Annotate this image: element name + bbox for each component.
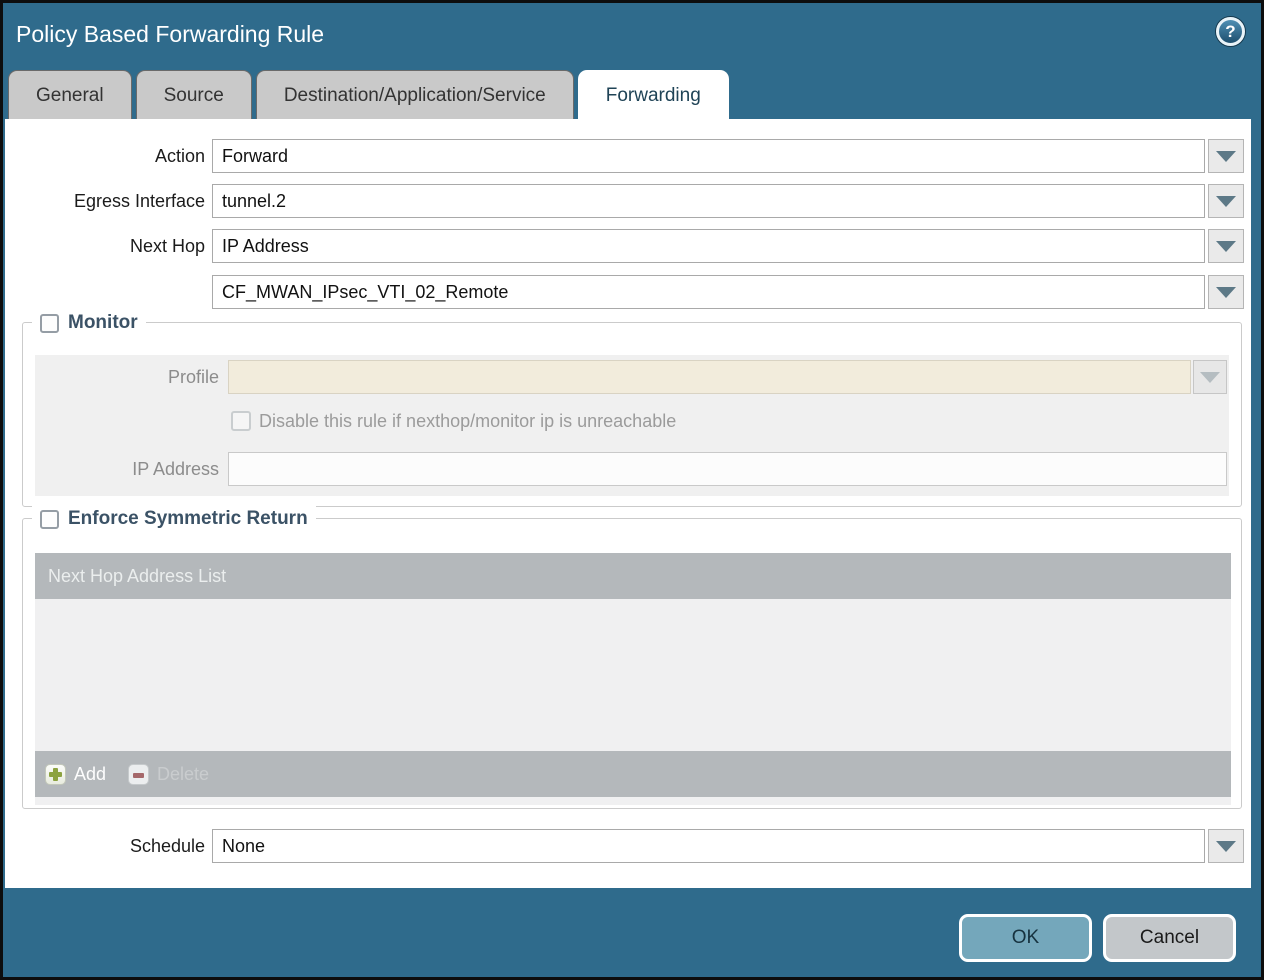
plus-icon (45, 764, 66, 785)
egress-interface-select[interactable]: tunnel.2 (212, 184, 1205, 218)
tab-bar: General Source Destination/Application/S… (8, 70, 729, 119)
monitor-ip-address-input[interactable] (228, 452, 1227, 486)
chevron-down-icon (1216, 841, 1236, 852)
delete-button[interactable]: Delete (128, 764, 209, 785)
delete-button-label: Delete (157, 764, 209, 785)
schedule-select[interactable]: None (212, 829, 1205, 863)
table-bottom-strip (35, 797, 1231, 805)
monitor-title: Monitor (68, 312, 138, 334)
profile-dropdown-button[interactable] (1193, 360, 1227, 394)
chevron-down-icon (1200, 372, 1220, 383)
dialog-title: Policy Based Forwarding Rule (16, 21, 324, 48)
help-glyph: ? (1225, 22, 1235, 42)
monitor-checkbox[interactable] (40, 314, 59, 333)
disable-rule-checkbox[interactable] (231, 411, 251, 431)
tab-general[interactable]: General (8, 70, 132, 119)
tab-source[interactable]: Source (136, 70, 252, 119)
enforce-symmetric-return-checkbox[interactable] (40, 510, 59, 529)
next-hop-type-select[interactable]: IP Address (212, 229, 1205, 263)
symmetric-return-legend: Enforce Symmetric Return (32, 506, 316, 532)
pbf-rule-dialog: Policy Based Forwarding Rule ? General S… (0, 0, 1264, 980)
schedule-label: Schedule (5, 829, 205, 863)
forwarding-panel: Action Forward Egress Interface tunnel.2… (5, 119, 1251, 888)
next-hop-address-table: Next Hop Address List Add Delete (35, 553, 1231, 805)
next-hop-label: Next Hop (5, 229, 205, 263)
cancel-button[interactable]: Cancel (1103, 914, 1236, 962)
minus-icon (128, 764, 149, 785)
chevron-down-icon (1216, 287, 1236, 298)
profile-select[interactable] (228, 360, 1191, 394)
add-button[interactable]: Add (45, 764, 106, 785)
next-hop-address-select[interactable]: CF_MWAN_IPsec_VTI_02_Remote (212, 275, 1205, 309)
tab-destination-application-service[interactable]: Destination/Application/Service (256, 70, 574, 119)
symmetric-return-fieldset: Enforce Symmetric Return Next Hop Addres… (22, 518, 1242, 809)
monitor-ip-address-label: IP Address (35, 452, 219, 486)
egress-interface-dropdown-button[interactable] (1208, 184, 1244, 218)
enforce-symmetric-return-title: Enforce Symmetric Return (68, 508, 308, 530)
table-header-next-hop-address-list: Next Hop Address List (35, 553, 1231, 599)
monitor-legend: Monitor (32, 310, 146, 336)
action-dropdown-button[interactable] (1208, 139, 1244, 173)
next-hop-address-dropdown-button[interactable] (1208, 275, 1244, 309)
egress-interface-label: Egress Interface (5, 184, 205, 218)
monitor-fieldset: Monitor Profile Disable this rule if nex… (22, 322, 1242, 507)
monitor-panel: Profile Disable this rule if nexthop/mon… (35, 355, 1229, 496)
chevron-down-icon (1216, 151, 1236, 162)
action-select[interactable]: Forward (212, 139, 1205, 173)
chevron-down-icon (1216, 241, 1236, 252)
ok-button[interactable]: OK (959, 914, 1092, 962)
chevron-down-icon (1216, 196, 1236, 207)
table-toolbar: Add Delete (35, 751, 1231, 797)
next-hop-type-dropdown-button[interactable] (1208, 229, 1244, 263)
add-button-label: Add (74, 764, 106, 785)
disable-rule-label: Disable this rule if nexthop/monitor ip … (259, 411, 676, 432)
table-body (35, 599, 1231, 751)
action-label: Action (5, 139, 205, 173)
tab-forwarding[interactable]: Forwarding (578, 70, 729, 119)
help-icon[interactable]: ? (1216, 17, 1245, 46)
schedule-dropdown-button[interactable] (1208, 829, 1244, 863)
profile-label: Profile (35, 360, 219, 394)
